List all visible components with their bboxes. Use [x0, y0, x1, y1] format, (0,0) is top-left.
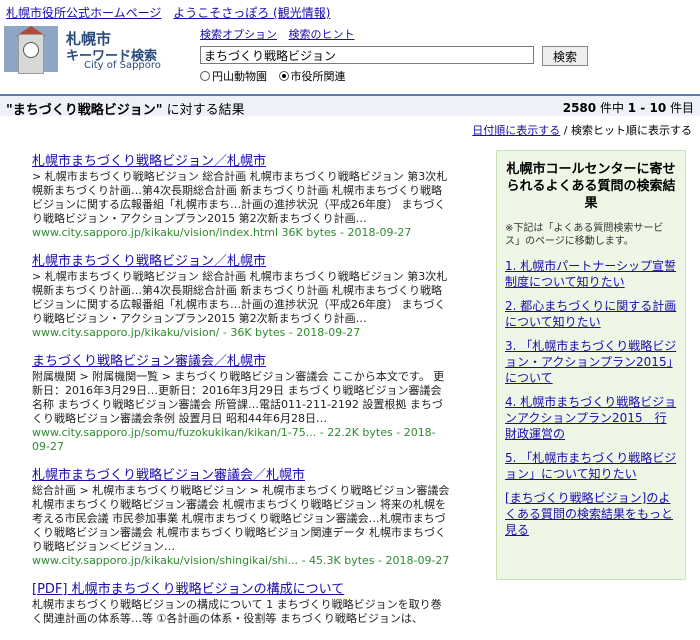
result-count: 2580 件中 1 - 10 件目	[562, 101, 694, 115]
result-snippet: > 札幌市まちづくり戦略ビジョン 総合計画 札幌市まちづくり戦略ビジョン 第3次…	[32, 170, 448, 225]
top-links: 札幌市役所公式ホームページ ようこそさっぽろ (観光情報)	[6, 4, 338, 21]
faq-sidebar-note: ※下記は「よくある質問検索サービス」のページに移動します。	[505, 223, 664, 247]
search-button[interactable]: 検索	[542, 46, 588, 66]
faq-link[interactable]: 1. 札幌市パートナーシップ宣誓制度について知りたい	[505, 258, 677, 290]
result-url: www.city.sapporo.jp/somu/fuzokukikan/kik…	[32, 426, 436, 453]
result-snippet: 総合計画 > 札幌市まちづくり戦略ビジョン > 札幌市まちづくり戦略ビジョン審議…	[32, 484, 450, 553]
result-title-link[interactable]: 札幌市まちづくり戦略ビジョン審議会／札幌市	[32, 468, 450, 484]
result-url: www.city.sapporo.jp/kikaku/vision/ - 36K…	[32, 326, 361, 339]
tourism-link[interactable]: ようこそさっぽろ (観光情報)	[173, 6, 330, 20]
result-title-link[interactable]: 札幌市まちづくり戦略ビジョン／札幌市	[32, 254, 450, 270]
list-item: [PDF] 札幌市まちづくり戦略ビジョンの構成について 札幌市まちづくり戦略ビジ…	[32, 582, 450, 626]
faq-link[interactable]: 2. 都心まちづくりに関する計画について知りたい	[505, 298, 677, 330]
logo-english: City of Sapporo	[84, 60, 161, 71]
list-item: 札幌市まちづくり戦略ビジョン審議会／札幌市 総合計画 > 札幌市まちづくり戦略ビ…	[32, 468, 450, 568]
result-url: www.city.sapporo.jp/kikaku/vision/shingi…	[32, 554, 450, 567]
result-query-label: "まちづくり戦略ビジョン" に対する結果	[6, 103, 245, 118]
result-snippet: 附属機関 > 附属機関一覧 > まちづくり戦略ビジョン審議会 ここから本文です。…	[32, 370, 445, 425]
clock-tower-icon	[4, 26, 58, 74]
search-scope: 円山動物園 市役所関連	[200, 68, 354, 84]
faq-link[interactable]: 3. 「札幌市まちづくり戦略ビジョン・アクションプラン2015」について	[505, 338, 677, 386]
radio-zoo[interactable]: 円山動物園	[200, 68, 267, 84]
list-item: 札幌市まちづくり戦略ビジョン／札幌市 > 札幌市まちづくり戦略ビジョン 総合計画…	[32, 154, 450, 240]
city-homepage-link[interactable]: 札幌市役所公式ホームページ	[6, 6, 161, 20]
search-options: 検索オプション 検索のヒント	[200, 26, 363, 42]
search-option-link[interactable]: 検索オプション	[200, 28, 277, 41]
search-input[interactable]	[200, 46, 534, 64]
faq-sidebar: 札幌市コールセンターに寄せられるよくある質問の検索結果 ※下記は「よくある質問検…	[496, 150, 686, 580]
sort-by-date-link[interactable]: 日付順に表示する	[472, 124, 560, 137]
faq-link[interactable]: 5. 「札幌市まちづくり戦略ビジョン」について知りたい	[505, 450, 677, 482]
radio-on-icon	[278, 71, 289, 81]
faq-link[interactable]: 4. 札幌市まちづくり戦略ビジョンアクションプラン2015 行財政運営の	[505, 394, 677, 442]
faq-sidebar-title: 札幌市コールセンターに寄せられるよくある質問の検索結果	[506, 162, 676, 211]
result-url: www.city.sapporo.jp/kikaku/vision/index.…	[32, 226, 412, 239]
faq-link-list: 1. 札幌市パートナーシップ宣誓制度について知りたい 2. 都心まちづくりに関す…	[505, 258, 677, 538]
faq-more-link[interactable]: [まちづくり戦略ビジョン]のよくある質問の検索結果をもっと見る	[505, 490, 677, 538]
result-snippet: > 札幌市まちづくり戦略ビジョン 総合計画 札幌市まちづくり戦略ビジョン 第3次…	[32, 270, 448, 325]
result-summary-bar: "まちづくり戦略ビジョン" に対する結果 2580 件中 1 - 10 件目	[0, 94, 700, 118]
site-logo[interactable]: 札幌市 キーワード検索 City of Sapporo	[4, 26, 194, 74]
list-item: まちづくり戦略ビジョン審議会／札幌市 附属機関 > 附属機関一覧 > まちづくり…	[32, 354, 450, 454]
result-list: 札幌市まちづくり戦略ビジョン／札幌市 > 札幌市まちづくり戦略ビジョン 総合計画…	[32, 154, 450, 640]
radio-city-office[interactable]: 市役所関連	[278, 68, 346, 84]
result-title-link[interactable]: まちづくり戦略ビジョン審議会／札幌市	[32, 354, 450, 370]
sort-options: 日付順に表示する / 検索ヒット順に表示する	[472, 124, 692, 137]
list-item: 札幌市まちづくり戦略ビジョン／札幌市 > 札幌市まちづくり戦略ビジョン 総合計画…	[32, 254, 450, 340]
radio-off-icon	[200, 71, 210, 81]
result-title-link[interactable]: [PDF] 札幌市まちづくり戦略ビジョンの構成について	[32, 582, 450, 598]
search-hint-link[interactable]: 検索のヒント	[289, 28, 355, 41]
result-title-link[interactable]: 札幌市まちづくり戦略ビジョン／札幌市	[32, 154, 450, 170]
result-snippet: 札幌市まちづくり戦略ビジョンの構成について 1 まちづくり戦略ビジョンを取り巻く…	[32, 598, 442, 625]
